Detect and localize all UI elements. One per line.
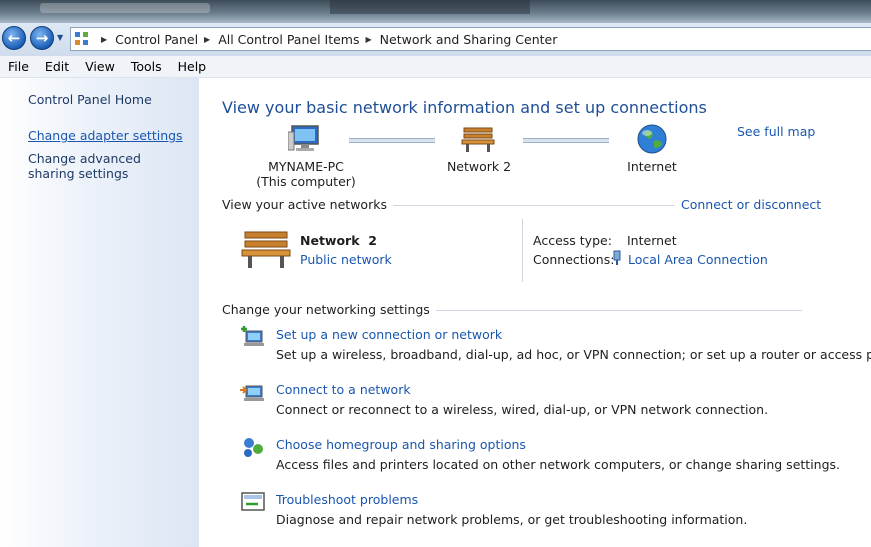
breadcrumb-chevron-icon[interactable]: ▶ xyxy=(204,35,210,44)
setup-connection-desc: Set up a wireless, broadband, dial-up, a… xyxy=(276,347,871,362)
homegroup-desc: Access files and printers located on oth… xyxy=(276,457,841,472)
bench-icon[interactable] xyxy=(461,125,495,153)
map-network-node[interactable]: Network 2 xyxy=(429,159,529,174)
computer-icon xyxy=(288,125,319,151)
sidebar-change-adapter-settings[interactable]: Change adapter settings xyxy=(28,128,183,143)
back-button[interactable]: ← xyxy=(2,26,26,50)
menu-edit[interactable]: Edit xyxy=(37,59,77,74)
troubleshoot-link[interactable]: Troubleshoot problems xyxy=(276,492,418,507)
connect-or-disconnect-link[interactable]: Connect or disconnect xyxy=(675,197,822,212)
settings-title: Change your networking settings xyxy=(222,302,436,317)
menu-view[interactable]: View xyxy=(77,59,123,74)
computer-name: MYNAME-PC xyxy=(268,159,344,174)
breadcrumb-network-sharing[interactable]: Network and Sharing Center xyxy=(380,32,558,47)
see-full-map-link[interactable]: See full map xyxy=(737,124,815,139)
globe-icon[interactable] xyxy=(636,123,668,155)
computer-sub: (This computer) xyxy=(256,174,356,189)
troubleshoot-desc: Diagnose and repair network problems, or… xyxy=(276,512,748,527)
network-type-link[interactable]: Public network xyxy=(300,252,392,267)
menu-file[interactable]: File xyxy=(0,59,37,74)
map-internet-node[interactable]: Internet xyxy=(602,159,702,174)
sidebar-change-advanced-sharing[interactable]: Change advanced sharing settings xyxy=(28,151,188,181)
forward-button[interactable]: → xyxy=(30,26,54,50)
homegroup-icon xyxy=(244,438,263,457)
setup-connection-link[interactable]: Set up a new connection or network xyxy=(276,327,502,342)
menu-bar: File Edit View Tools Help xyxy=(0,56,871,78)
menu-help[interactable]: Help xyxy=(170,59,215,74)
connect-network-desc: Connect or reconnect to a wireless, wire… xyxy=(276,402,769,417)
breadcrumb-chevron-icon[interactable]: ▶ xyxy=(101,35,107,44)
active-networks-title: View your active networks xyxy=(222,197,393,212)
sidebar: Control Panel Home Change adapter settin… xyxy=(0,78,199,547)
title-bar-blur-dark xyxy=(330,0,530,14)
control-panel-icon xyxy=(75,32,89,46)
map-connection-line xyxy=(523,138,609,143)
bench-icon[interactable] xyxy=(241,228,291,270)
local-area-connection-link[interactable]: Local Area Connection xyxy=(628,252,768,267)
access-type-value: Internet xyxy=(627,233,677,248)
history-dropdown-icon[interactable]: ▼ xyxy=(57,33,67,43)
main-content: View your basic network information and … xyxy=(199,78,871,547)
address-box[interactable]: ▶ Control Panel ▶ All Control Panel Item… xyxy=(70,27,871,51)
breadcrumb-chevron-icon[interactable]: ▶ xyxy=(366,35,372,44)
forward-arrow-icon: → xyxy=(35,29,49,47)
map-connection-line xyxy=(349,138,435,143)
access-type-label: Access type: xyxy=(533,233,612,248)
menu-tools[interactable]: Tools xyxy=(123,59,170,74)
troubleshoot-icon xyxy=(241,492,265,511)
vertical-divider xyxy=(522,219,523,282)
breadcrumb-control-panel[interactable]: Control Panel xyxy=(115,32,198,47)
connections-label: Connections: xyxy=(533,252,615,267)
connect-network-link[interactable]: Connect to a network xyxy=(276,382,411,397)
map-computer-node: MYNAME-PC (This computer) xyxy=(251,159,361,189)
ethernet-icon xyxy=(613,250,621,265)
breadcrumb-all-items[interactable]: All Control Panel Items xyxy=(218,32,359,47)
sidebar-home-link[interactable]: Control Panel Home xyxy=(28,92,152,107)
address-bar-area: ← → ▼ ▶ Control Panel ▶ All Control Pane… xyxy=(0,23,871,56)
new-connection-icon xyxy=(241,326,264,346)
title-bar-blur xyxy=(40,3,210,13)
title-bar xyxy=(0,0,871,23)
page-title: View your basic network information and … xyxy=(222,98,707,117)
back-arrow-icon: ← xyxy=(7,29,21,47)
homegroup-link[interactable]: Choose homegroup and sharing options xyxy=(276,437,526,452)
active-network-name: Network 2 xyxy=(300,233,377,248)
connect-network-icon xyxy=(240,385,264,401)
